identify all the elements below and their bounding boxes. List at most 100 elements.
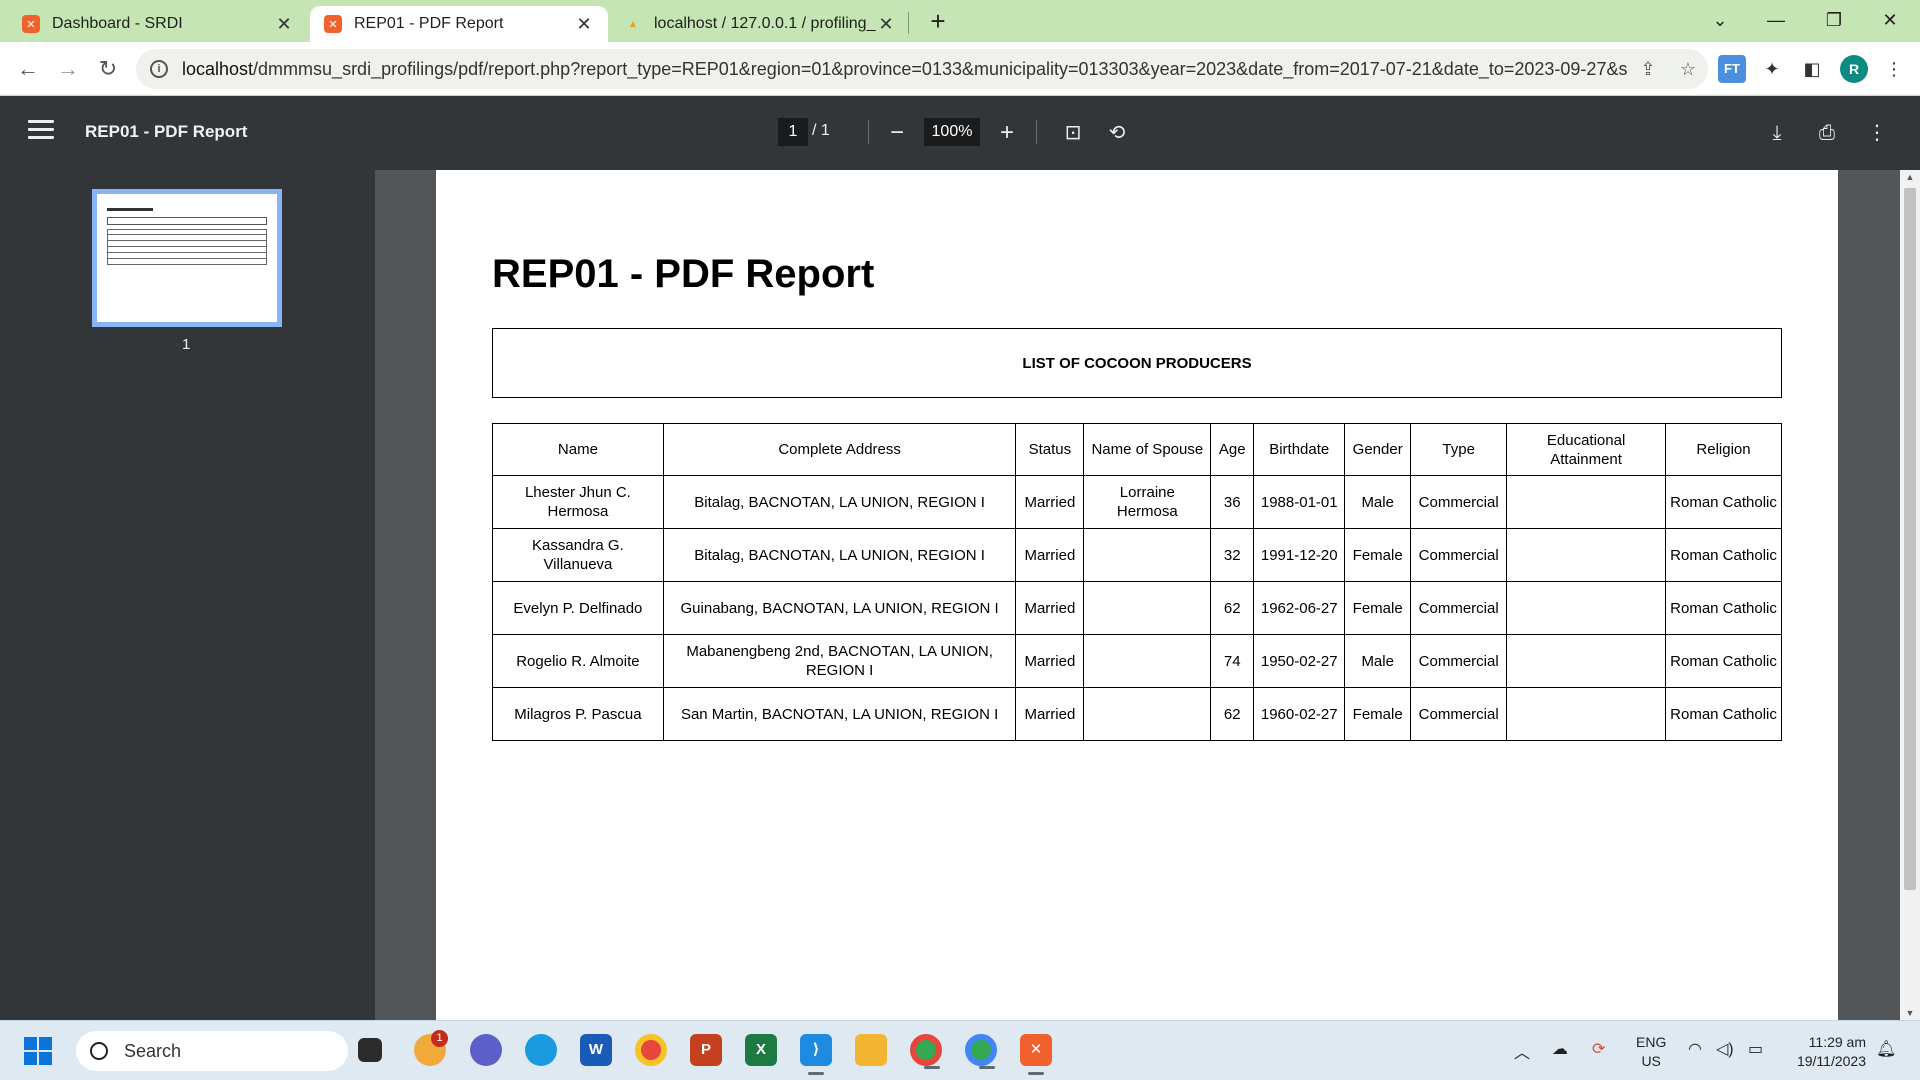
- wifi-icon[interactable]: ◠: [1688, 1039, 1702, 1059]
- tray-overflow-chevron-icon[interactable]: ︿: [1514, 1039, 1530, 1063]
- vertical-scrollbar[interactable]: ▲ ▼: [1900, 170, 1920, 1020]
- sync-icon[interactable]: ⟳: [1592, 1039, 1605, 1059]
- column-header: Educational Attainment: [1506, 423, 1667, 476]
- vscode-icon[interactable]: ⟩: [800, 1034, 832, 1075]
- print-icon[interactable]: ⎙: [1810, 116, 1844, 150]
- language-indicator[interactable]: ENG US: [1636, 1033, 1666, 1071]
- extension-ft-icon[interactable]: FT: [1718, 55, 1746, 83]
- tab-title: Dashboard - SRDI: [52, 15, 183, 32]
- table-row: Lhester Jhun C. Hermosa Bitalag, BACNOTA…: [492, 475, 1782, 529]
- zoom-out-icon[interactable]: −: [880, 116, 914, 150]
- site-info-icon[interactable]: i: [150, 60, 168, 78]
- pdf-more-options-icon[interactable]: ⋮: [1860, 116, 1894, 150]
- reload-icon[interactable]: ↻: [90, 51, 126, 87]
- sidebar-menu-icon[interactable]: [28, 120, 54, 142]
- page-number-input[interactable]: 1: [778, 118, 808, 146]
- new-tab-button[interactable]: +: [922, 6, 954, 38]
- cell-address: Bitalag, BACNOTAN, LA UNION, REGION I: [662, 475, 1017, 529]
- notifications-bell-icon[interactable]: 🔔︎: [1876, 1039, 1896, 1059]
- table-row: Rogelio R. Almoite Mabanengbeng 2nd, BAC…: [492, 634, 1782, 688]
- tab-rep01-pdf-report[interactable]: ✕ REP01 - PDF Report ✕: [310, 6, 608, 42]
- bookmark-star-icon[interactable]: ☆: [1668, 59, 1708, 80]
- cell-name: Lhester Jhun C. Hermosa: [492, 475, 664, 529]
- cell-birthdate: 1962-06-27: [1253, 581, 1346, 635]
- edge-browser-icon[interactable]: [525, 1034, 557, 1066]
- chrome-profile-icon[interactable]: [910, 1034, 942, 1069]
- excel-icon[interactable]: X: [745, 1034, 777, 1066]
- cell-gender: Male: [1344, 475, 1412, 529]
- list-title: LIST OF COCOON PRODUCERS: [1022, 354, 1252, 372]
- thumbnail-sidebar: 1: [0, 170, 375, 1020]
- cell-name: Rogelio R. Almoite: [492, 634, 664, 688]
- minimize-button[interactable]: —: [1748, 0, 1804, 40]
- tab-search-chevron-icon[interactable]: ⌄: [1692, 0, 1748, 40]
- column-header: Age: [1210, 423, 1255, 476]
- teams-chat-icon[interactable]: [470, 1034, 502, 1066]
- forward-arrow-icon[interactable]: →: [50, 51, 86, 87]
- url-host: localhost: [182, 58, 254, 79]
- toolbar-divider: [1036, 120, 1037, 144]
- close-tab-icon[interactable]: ✕: [876, 14, 896, 35]
- url-text[interactable]: localhost/dmmmsu_srdi_profilings/pdf/rep…: [182, 59, 1628, 80]
- close-window-button[interactable]: ✕: [1862, 0, 1918, 40]
- zoom-level-input[interactable]: 100%: [924, 118, 980, 146]
- cell-education: [1506, 475, 1667, 529]
- scrollbar-thumb[interactable]: [1904, 188, 1916, 890]
- language-code: ENG: [1636, 1034, 1667, 1050]
- file-explorer-icon[interactable]: [855, 1034, 887, 1066]
- tab-title: REP01 - PDF Report: [354, 15, 504, 32]
- pdf-page: REP01 - PDF Report LIST OF COCOON PRODUC…: [436, 170, 1838, 1020]
- tab-dashboard-srdi[interactable]: ✕ Dashboard - SRDI ✕: [8, 6, 308, 42]
- xampp-taskbar-icon[interactable]: ✕: [1020, 1034, 1052, 1075]
- scroll-down-icon[interactable]: ▼: [1900, 1008, 1920, 1018]
- cell-religion: Roman Catholic: [1665, 581, 1782, 635]
- cell-religion: Roman Catholic: [1665, 634, 1782, 688]
- extensions-puzzle-icon[interactable]: ✦: [1758, 55, 1786, 83]
- back-arrow-icon[interactable]: ←: [10, 51, 46, 87]
- search-label: Search: [124, 1040, 182, 1061]
- maximize-button[interactable]: ❐: [1806, 0, 1862, 40]
- close-tab-icon[interactable]: ✕: [574, 14, 594, 35]
- browser-toolbar: ← → ↻ i localhost/dmmmsu_srdi_profilings…: [0, 42, 1920, 96]
- browser-menu-icon[interactable]: ⋮: [1880, 55, 1908, 83]
- scroll-up-icon[interactable]: ▲: [1900, 172, 1920, 182]
- close-tab-icon[interactable]: ✕: [274, 14, 294, 35]
- battery-icon[interactable]: ▭: [1748, 1039, 1763, 1059]
- browser-tab-strip: ✕ Dashboard - SRDI ✕ ✕ REP01 - PDF Repor…: [0, 0, 1920, 42]
- phpmyadmin-icon: ▲: [628, 18, 638, 30]
- cell-name: Kassandra G. Villanueva: [492, 528, 664, 582]
- profile-avatar[interactable]: R: [1840, 55, 1868, 83]
- xampp-icon: ✕: [22, 15, 40, 33]
- system-clock[interactable]: 11:29 am 19/11/2023: [1782, 1033, 1866, 1071]
- word-icon[interactable]: W: [580, 1034, 612, 1066]
- onedrive-cloud-icon[interactable]: ☁: [1552, 1039, 1568, 1059]
- cell-gender: Female: [1344, 528, 1412, 582]
- chrome-active-profile-icon[interactable]: [965, 1034, 997, 1069]
- share-icon[interactable]: ⇪: [1628, 59, 1668, 80]
- cell-gender: Female: [1344, 581, 1412, 635]
- tab-phpmyadmin[interactable]: ▲ localhost / 127.0.0.1 / profiling_s ✕: [610, 6, 910, 42]
- cell-address: Mabanengbeng 2nd, BACNOTAN, LA UNION, RE…: [662, 634, 1017, 688]
- task-view-icon[interactable]: [358, 1038, 382, 1062]
- cell-age: 62: [1210, 687, 1255, 741]
- chrome-icon[interactable]: [635, 1034, 667, 1066]
- zoom-in-icon[interactable]: +: [990, 116, 1024, 150]
- cell-education: [1506, 687, 1667, 741]
- powerpoint-icon[interactable]: P: [690, 1034, 722, 1066]
- address-bar[interactable]: i localhost/dmmmsu_srdi_profilings/pdf/r…: [136, 49, 1708, 89]
- page-thumbnail[interactable]: [92, 189, 282, 327]
- cell-birthdate: 1988-01-01: [1253, 475, 1346, 529]
- list-title-box: LIST OF COCOON PRODUCERS: [492, 328, 1782, 398]
- fit-to-page-icon[interactable]: ⊡: [1056, 116, 1090, 150]
- cell-name: Evelyn P. Delfinado: [492, 581, 664, 635]
- cell-spouse: [1083, 528, 1212, 582]
- taskbar-search[interactable]: Search: [76, 1031, 348, 1071]
- volume-icon[interactable]: ◁): [1716, 1039, 1734, 1059]
- side-panel-icon[interactable]: ◧: [1798, 55, 1826, 83]
- download-icon[interactable]: ⤓: [1760, 116, 1794, 150]
- column-header: Type: [1410, 423, 1508, 476]
- rotate-icon[interactable]: ⟲: [1100, 116, 1134, 150]
- windows-start-icon[interactable]: [24, 1037, 52, 1065]
- cell-education: [1506, 581, 1667, 635]
- notification-badge: 1: [431, 1030, 448, 1047]
